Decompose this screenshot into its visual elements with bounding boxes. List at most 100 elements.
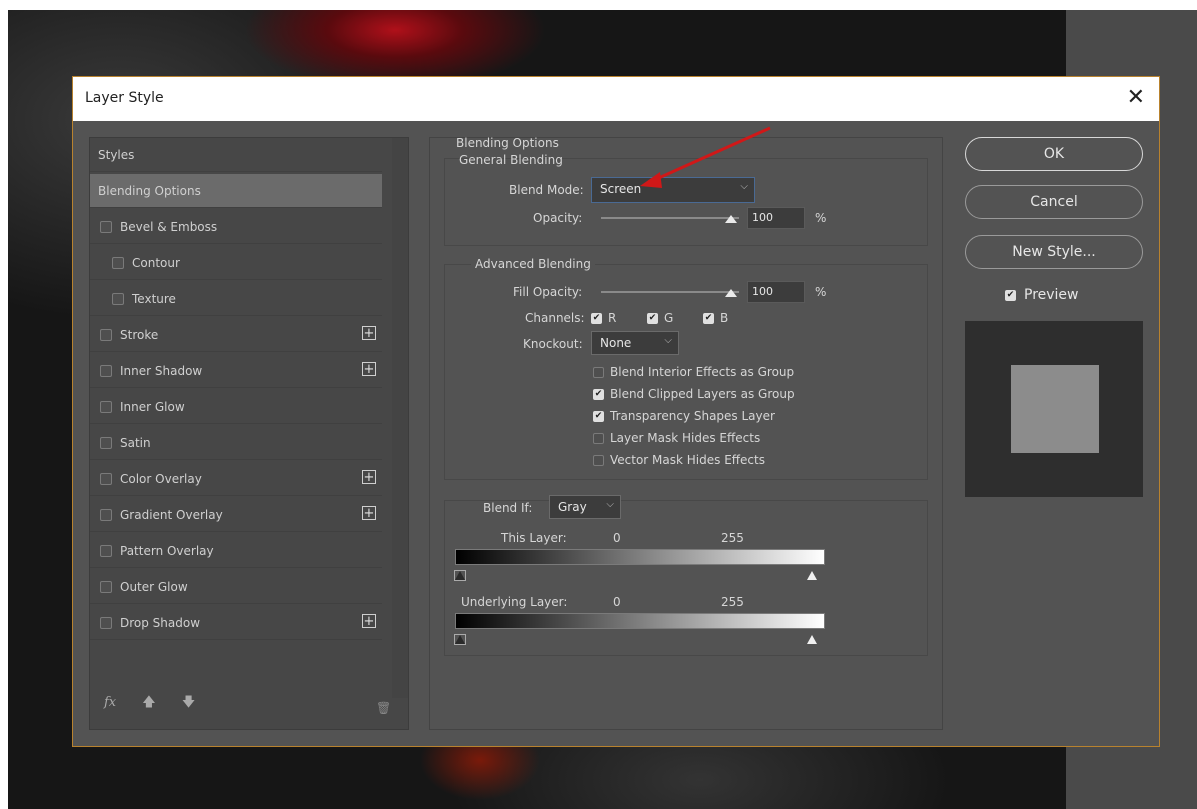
preview-label: Preview [1024,287,1079,303]
underlying-layer-min: 0 [613,595,621,609]
style-item[interactable]: Color Overlay + [90,462,382,496]
style-item[interactable]: Drop Shadow + [90,606,382,640]
move-up-icon[interactable]: 🡅 [142,695,155,710]
styles-header-label: Styles [98,147,135,162]
this-layer-min: 0 [613,531,621,545]
style-item[interactable]: Inner Glow [90,390,382,424]
fill-opacity-slider-track[interactable] [601,291,739,293]
style-checkbox[interactable] [100,580,112,593]
check-icon: ✔ [703,312,714,324]
opacity-field[interactable]: 100 [747,207,805,229]
fill-opacity-field[interactable]: 100 [747,281,805,303]
this-layer-black-stop[interactable] [454,570,466,581]
style-checkbox[interactable] [100,364,112,377]
opacity-percent: % [815,211,827,225]
channel-checkbox[interactable]: ✔ B [703,311,728,325]
advanced-option-checkbox[interactable]: Blend Interior Effects as Group [593,365,794,379]
channel-label: B [720,311,729,325]
channel-checkbox[interactable]: ✔ G [647,311,673,325]
add-effect-icon[interactable]: + [362,326,376,340]
advanced-option-checkbox[interactable]: Vector Mask Hides Effects [593,453,765,467]
style-item[interactable]: Outer Glow [90,570,382,604]
this-layer-max: 255 [721,531,744,545]
advanced-option-label: Layer Mask Hides Effects [610,431,761,445]
style-item-label: Bevel & Emboss [120,219,218,234]
blend-if-select[interactable]: Gray ⌵ [549,495,621,519]
this-layer-gradient[interactable] [455,549,825,565]
style-checkbox[interactable] [100,220,112,233]
blend-mode-value: Screen [600,182,642,196]
move-down-icon[interactable]: 🡇 [182,695,195,710]
add-effect-icon[interactable]: + [362,506,376,520]
style-checkbox[interactable] [100,616,112,629]
style-item-label: Contour [132,255,180,270]
opacity-slider-thumb[interactable] [725,215,737,223]
style-checkbox[interactable] [100,508,112,521]
opacity-label: Opacity: [533,211,583,225]
style-checkbox[interactable] [100,328,112,341]
blend-mode-label: Blend Mode: [509,183,584,197]
style-item-label: Satin [120,435,151,450]
preview-checkbox[interactable]: ✔ Preview [1005,287,1079,303]
style-checkbox[interactable] [112,292,124,305]
style-item[interactable]: Stroke + [90,318,382,352]
cancel-button[interactable]: Cancel [965,185,1143,219]
check-icon: ✔ [593,410,604,422]
close-icon[interactable]: ✕ [1127,85,1145,110]
blend-mode-select[interactable]: Screen ⌵ [591,177,755,203]
title-bar: Layer Style ✕ [73,77,1159,121]
ok-button[interactable]: OK [965,137,1143,171]
channels-label: Channels: [525,311,585,325]
general-blending-group: General Blending Blend Mode: Screen ⌵ Op… [444,153,928,246]
add-effect-icon[interactable]: + [362,362,376,376]
style-item[interactable]: Gradient Overlay + [90,498,382,532]
style-checkbox[interactable] [100,544,112,557]
fill-opacity-label: Fill Opacity: [513,285,583,299]
style-item[interactable]: Satin [90,426,382,460]
add-effect-icon[interactable]: + [362,470,376,484]
advanced-blending-group: Advanced Blending Fill Opacity: 100 % Ch… [444,257,928,480]
advanced-option-checkbox[interactable]: Layer Mask Hides Effects [593,431,760,445]
advanced-option-checkbox[interactable]: ✔ Transparency Shapes Layer [593,409,775,423]
underlying-layer-max: 255 [721,595,744,609]
style-item-label: Inner Shadow [120,363,203,378]
style-item[interactable]: Inner Shadow + [90,354,382,388]
advanced-option-checkbox[interactable]: ✔ Blend Clipped Layers as Group [593,387,795,401]
this-layer-white-stop[interactable] [807,571,817,580]
add-effect-icon[interactable]: + [362,614,376,628]
chevron-down-icon: ⌵ [664,335,672,346]
check-icon [593,432,604,444]
left-edge [0,0,8,809]
styles-scrollbar[interactable] [392,138,408,698]
style-checkbox[interactable] [100,436,112,449]
check-icon: ✔ [591,312,602,324]
style-item[interactable]: Contour [90,246,382,280]
opacity-slider-track[interactable] [601,217,739,219]
trash-icon[interactable]: 🗑 [376,701,391,715]
check-icon: ✔ [593,388,604,400]
channel-checkbox[interactable]: ✔ R [591,311,616,325]
dialog-title: Layer Style [85,90,164,106]
preview-swatch [1011,365,1099,453]
style-checkbox[interactable] [100,472,112,485]
style-item-label: Color Overlay [120,471,202,486]
fx-icon[interactable]: fx [104,695,116,710]
blend-if-label: Blend If: [483,501,533,515]
style-item[interactable]: Bevel & Emboss [90,210,382,244]
check-icon [593,454,604,466]
style-item[interactable]: Pattern Overlay [90,534,382,568]
fill-opacity-slider-thumb[interactable] [725,289,737,297]
style-item[interactable]: Texture [90,282,382,316]
underlying-layer-white-stop[interactable] [807,635,817,644]
style-item[interactable]: Blending Options [90,174,382,208]
new-style-button[interactable]: New Style... [965,235,1143,269]
knockout-select[interactable]: None ⌵ [591,331,679,355]
underlying-layer-gradient[interactable] [455,613,825,629]
top-edge [0,0,1197,10]
underlying-layer-black-stop[interactable] [454,634,466,645]
style-checkbox[interactable] [112,256,124,269]
this-layer-label: This Layer: [501,531,567,545]
fill-opacity-percent: % [815,285,827,299]
style-checkbox[interactable] [100,400,112,413]
styles-header[interactable]: Styles [90,138,382,172]
